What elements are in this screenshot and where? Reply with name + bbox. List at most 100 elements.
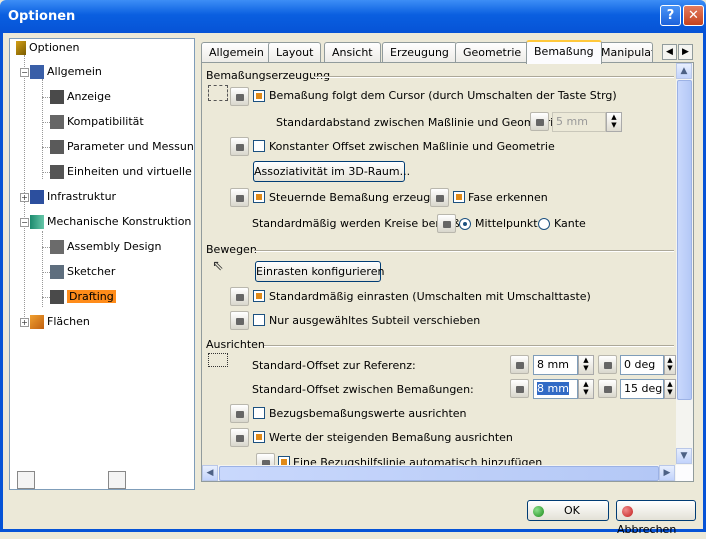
radio-center[interactable] <box>459 218 471 230</box>
ok-button[interactable]: OK <box>527 500 609 521</box>
tree-tool-icon[interactable] <box>108 471 126 489</box>
expand-icon[interactable]: − <box>20 68 29 77</box>
options-tree[interactable]: Optionen − Allgemein Anzeige Kompatibili… <box>9 38 195 490</box>
tree-item-anzeige[interactable]: Anzeige <box>50 88 111 106</box>
spinner-arrows-icon[interactable]: ▲ ▼ <box>578 379 594 399</box>
tab-bemassung[interactable]: Bemaßung <box>526 40 602 64</box>
lock-icon[interactable] <box>598 379 617 398</box>
lock-icon[interactable] <box>437 214 456 233</box>
tree-item-allgemein[interactable]: Allgemein <box>30 63 102 81</box>
align-ref-checkbox[interactable] <box>253 407 265 419</box>
vertical-scrollbar[interactable]: ▲ ▼ <box>676 63 693 465</box>
surfaces-icon <box>30 315 44 329</box>
close-button[interactable]: ✕ <box>683 5 704 26</box>
snap-config-button[interactable]: Einrasten konfigurieren <box>255 261 384 282</box>
lock-icon[interactable] <box>510 379 529 398</box>
window-title: Optionen <box>8 9 76 24</box>
expand-icon[interactable]: − <box>20 218 29 227</box>
expand-icon[interactable]: + <box>20 318 29 327</box>
align-cumul-checkbox[interactable] <box>253 431 265 443</box>
assembly-icon <box>50 240 64 254</box>
radio-edge[interactable] <box>538 218 550 230</box>
lock-icon[interactable] <box>430 188 449 207</box>
scroll-up-icon[interactable]: ▲ <box>676 63 692 79</box>
tree-item-mechanische-konstruktion[interactable]: Mechanische Konstruktion <box>30 213 191 231</box>
scroll-right-icon[interactable]: ▶ <box>659 465 675 481</box>
tab-scroll-left-icon[interactable]: ◀ <box>662 44 677 60</box>
tab-scroll-right-icon[interactable]: ▶ <box>678 44 693 60</box>
lock-icon[interactable] <box>230 311 249 330</box>
radio-edge-label: Kante <box>554 217 586 230</box>
horizontal-scroll-thumb[interactable] <box>219 466 659 481</box>
pin-icon[interactable] <box>17 471 35 489</box>
mechanical-design-icon <box>30 215 44 229</box>
tab-erzeugung[interactable]: Erzeugung <box>382 42 457 63</box>
std-distance-label: Standardabstand zwischen Maßlinie und Ge… <box>276 116 564 129</box>
lock-icon[interactable] <box>230 428 249 447</box>
tree-item-kompatibilitaet[interactable]: Kompatibilität <box>50 113 144 131</box>
cancel-icon <box>622 505 633 517</box>
const-offset-checkbox[interactable] <box>253 140 265 152</box>
tab-allgemein[interactable]: Allgemein <box>201 42 272 63</box>
scroll-down-icon[interactable]: ▼ <box>676 448 692 464</box>
expand-icon[interactable]: + <box>20 193 29 202</box>
ref-angle-input[interactable]: 0 deg <box>620 355 664 375</box>
tree-item-drafting[interactable]: Drafting <box>50 288 116 306</box>
dim-angle-input[interactable]: 15 deg <box>620 379 664 399</box>
follow-cursor-label: Bemaßung folgt dem Cursor (durch Umschal… <box>269 89 617 102</box>
follow-cursor-checkbox[interactable] <box>253 90 265 102</box>
ref-offset-label: Standard-Offset zur Referenz: <box>252 359 416 372</box>
horizontal-scrollbar[interactable]: ◀ ▶ <box>202 465 676 481</box>
spinner-arrows-icon[interactable]: ▲ ▼ <box>606 112 622 132</box>
auto-extension-label: Eine Bezugshilfslinie automatisch hinzuf… <box>293 456 543 465</box>
associativity-button[interactable]: Assoziativität im 3D-Raum... <box>253 161 410 182</box>
move-selected-label: Nur ausgewähltes Subteil verschieben <box>269 314 481 327</box>
align-ref-label: Bezugsbemaßungswerte ausrichten <box>269 407 467 420</box>
align-icon <box>208 353 228 367</box>
vertical-scroll-thumb[interactable] <box>677 80 692 400</box>
scroll-left-icon[interactable]: ◀ <box>202 465 218 481</box>
panel-content: Bemaßungserzeugung Bemaßung folgt dem Cu… <box>202 63 676 465</box>
help-button[interactable]: ? <box>660 5 681 26</box>
general-icon <box>30 65 44 79</box>
align-cumul-label: Werte der steigenden Bemaßung ausrichten <box>269 431 513 444</box>
chamfer-checkbox[interactable] <box>453 191 465 203</box>
auto-extension-checkbox[interactable] <box>278 456 290 465</box>
tab-geometrie[interactable]: Geometrie <box>455 42 530 63</box>
circles-label: Standardmäßig werden Kreise bemaßt <box>252 217 465 230</box>
steering-checkbox[interactable] <box>253 191 265 203</box>
tab-ansicht[interactable]: Ansicht <box>324 42 381 63</box>
tree-item-flaechen[interactable]: Flächen <box>30 313 90 331</box>
infrastructure-icon <box>30 190 44 204</box>
spinner-arrows-icon[interactable]: ▲ ▼ <box>664 379 676 399</box>
move-selected-checkbox[interactable] <box>253 314 265 326</box>
tree-item-einheiten[interactable]: Einheiten und virtuelle Realität <box>50 163 194 181</box>
spinner-arrows-icon[interactable]: ▲ ▼ <box>664 355 676 375</box>
ok-icon <box>533 505 544 517</box>
spinner-arrows-icon[interactable]: ▲ ▼ <box>578 355 594 375</box>
tree-root[interactable]: Optionen <box>16 39 79 57</box>
lock-icon[interactable] <box>230 137 249 156</box>
tree-item-parameter[interactable]: Parameter und Messungen <box>50 138 194 156</box>
lock-icon[interactable] <box>230 404 249 423</box>
lock-icon[interactable] <box>530 112 549 131</box>
lock-icon[interactable] <box>230 287 249 306</box>
tree-item-assembly-design[interactable]: Assembly Design <box>50 238 162 256</box>
tree-item-sketcher[interactable]: Sketcher <box>50 263 115 281</box>
tree-item-infrastruktur[interactable]: Infrastruktur <box>30 188 116 206</box>
tab-manipulatoren[interactable]: Manipulato <box>593 42 653 63</box>
lock-icon[interactable] <box>230 87 249 106</box>
section-title-ausrichten: Ausrichten <box>206 338 265 351</box>
const-offset-label: Konstanter Offset zwischen Maßlinie und … <box>269 140 555 153</box>
units-icon <box>50 165 64 179</box>
snap-default-checkbox[interactable] <box>253 290 265 302</box>
lock-icon[interactable] <box>598 355 617 374</box>
cancel-button[interactable]: Abbrechen <box>616 500 696 536</box>
tab-layout[interactable]: Layout <box>268 42 322 63</box>
lock-icon[interactable] <box>256 453 275 465</box>
lock-icon[interactable] <box>230 188 249 207</box>
lock-icon[interactable] <box>510 355 529 374</box>
std-distance-input[interactable]: 5 mm <box>552 112 606 132</box>
ref-offset-input[interactable]: 8 mm <box>533 355 578 375</box>
dim-offset-input[interactable]: 8 mm <box>533 379 578 399</box>
